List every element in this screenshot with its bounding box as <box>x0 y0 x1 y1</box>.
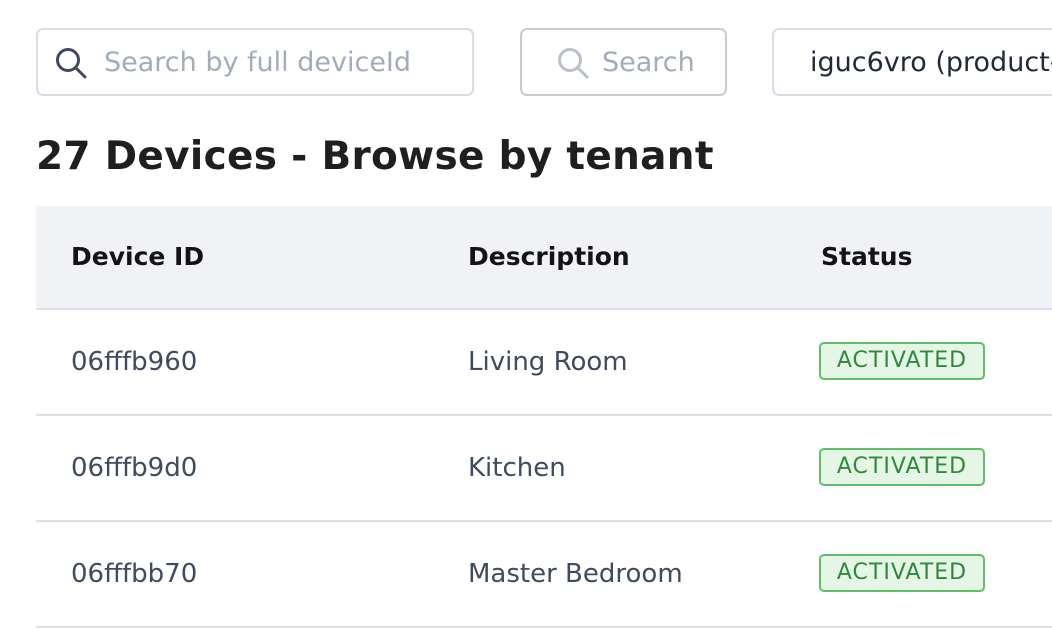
search-icon <box>558 48 589 79</box>
table-row[interactable]: 06fffb960 Living Room ACTIVATED <box>36 310 1052 416</box>
table-row[interactable]: 06fffbb70 Master Bedroom ACTIVATED <box>36 522 1052 628</box>
column-header-device-id[interactable]: Device ID <box>71 240 204 274</box>
column-header-description[interactable]: Description <box>468 240 630 274</box>
search-icon <box>56 48 87 79</box>
devices-table: Device ID Description Status 06fffb960 L… <box>36 206 1052 628</box>
table-row[interactable]: 06fffb9d0 Kitchen ACTIVATED <box>36 416 1052 522</box>
search-input[interactable] <box>104 40 454 84</box>
column-header-status[interactable]: Status <box>821 240 912 274</box>
search-button[interactable]: Search <box>520 28 727 96</box>
description-cell: Master Bedroom <box>468 559 683 589</box>
search-input-container[interactable] <box>36 28 474 96</box>
description-cell: Living Room <box>468 347 628 377</box>
page-title: 27 Devices - Browse by tenant <box>36 134 714 179</box>
status-badge: ACTIVATED <box>819 342 985 380</box>
tenant-select[interactable]: iguc6vro (product- <box>772 28 1052 96</box>
status-badge: ACTIVATED <box>819 448 985 486</box>
search-button-label: Search <box>602 47 695 78</box>
tenant-select-value: iguc6vro (product- <box>810 47 1052 78</box>
status-badge: ACTIVATED <box>819 554 985 592</box>
device-browser-page: Search iguc6vro (product- 27 Devices - B… <box>0 0 1052 629</box>
device-id-cell[interactable]: 06fffb960 <box>71 344 197 380</box>
device-id-cell[interactable]: 06fffbb70 <box>71 556 197 592</box>
table-header: Device ID Description Status <box>36 206 1052 310</box>
device-id-cell[interactable]: 06fffb9d0 <box>71 450 197 486</box>
description-cell: Kitchen <box>468 453 566 483</box>
